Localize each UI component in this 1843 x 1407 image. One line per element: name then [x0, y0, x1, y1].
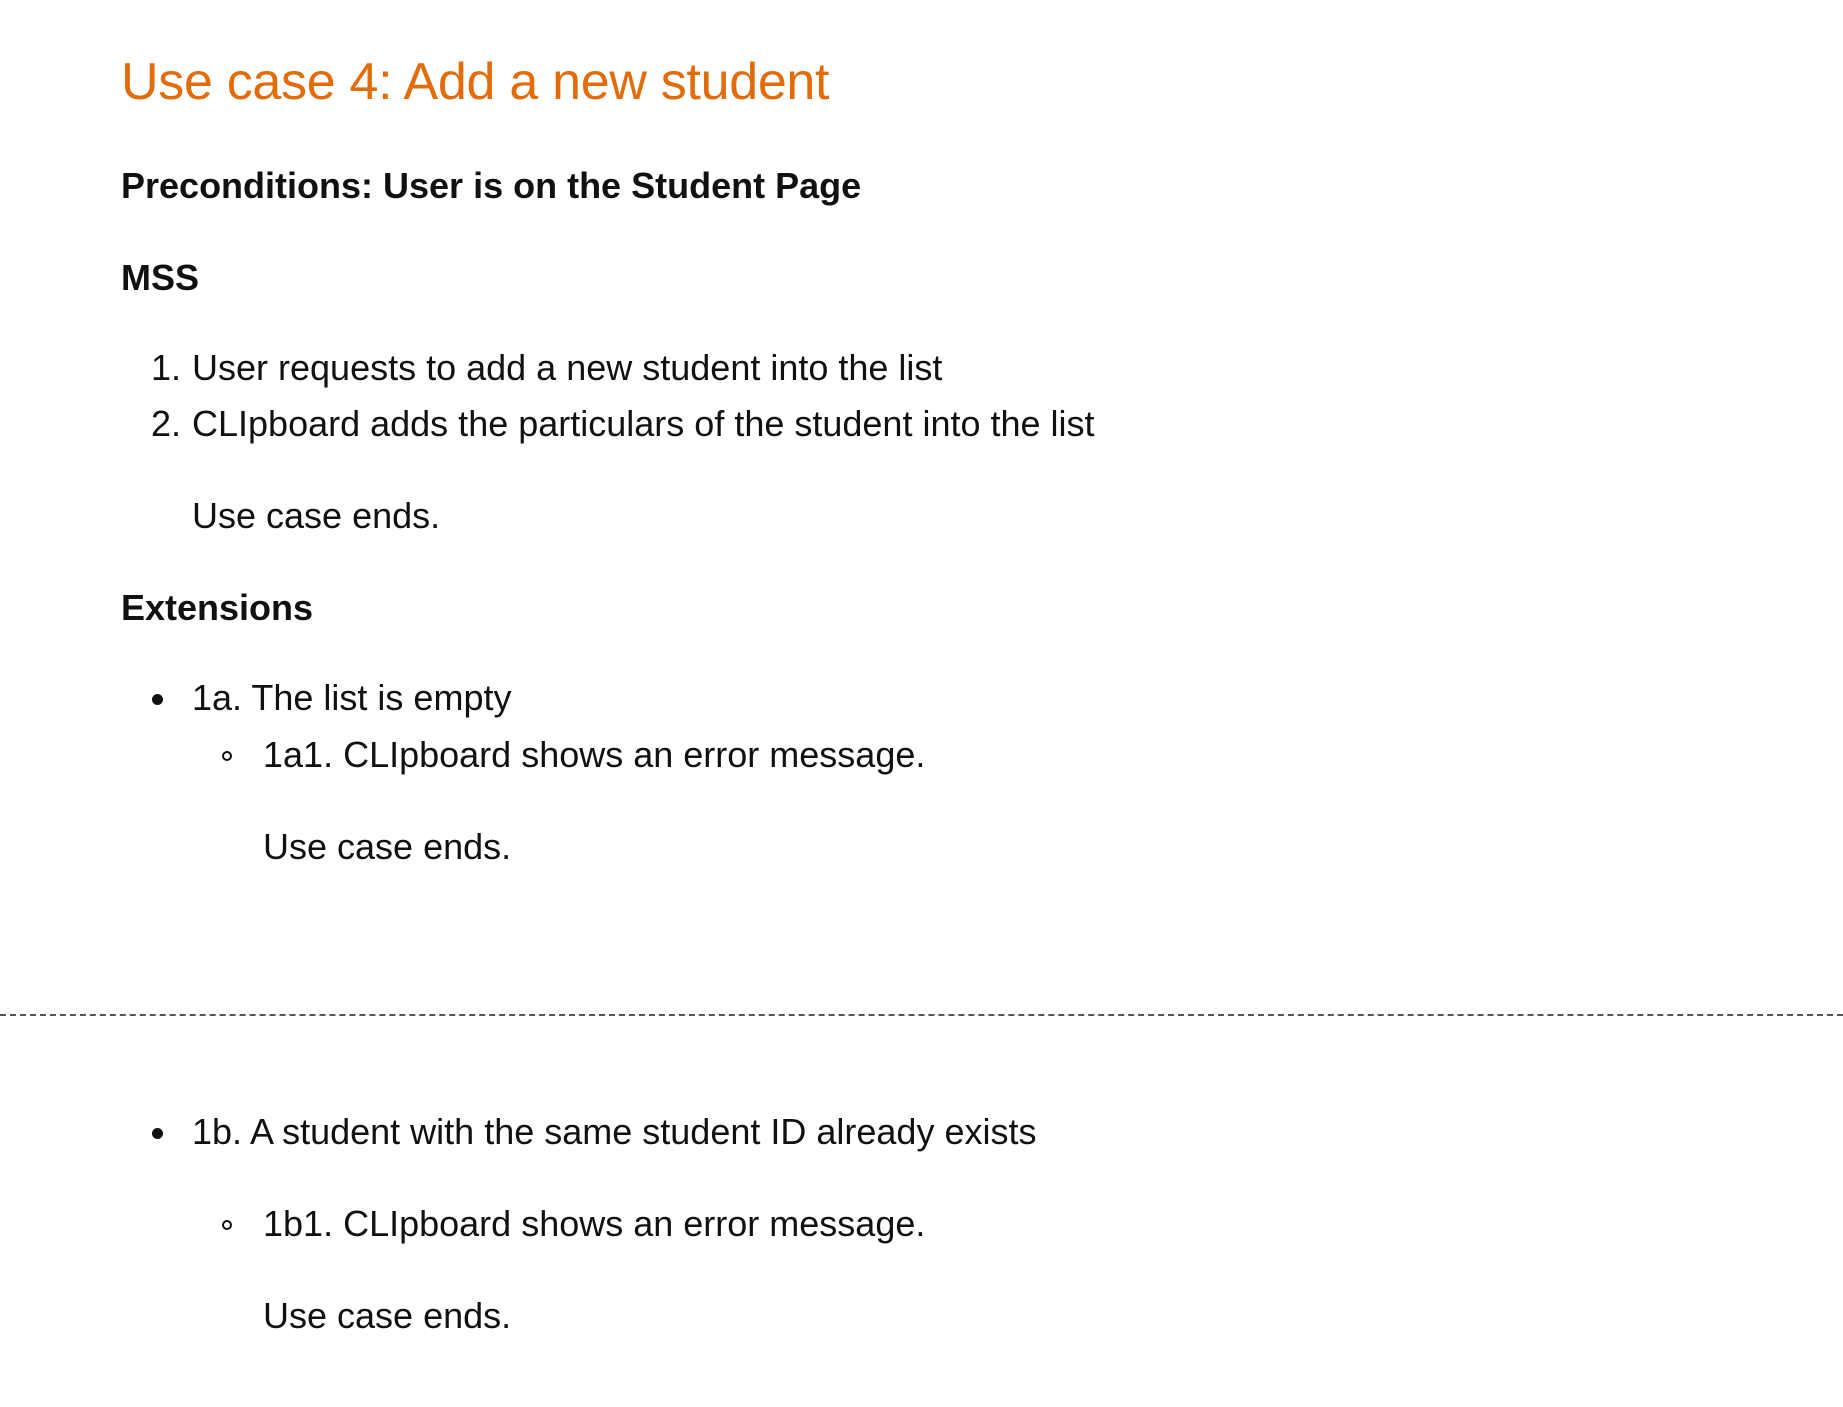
mss-step-number: 1.: [150, 347, 181, 388]
extension-sub-step: 1a1. CLIpboard shows an error message.: [263, 734, 926, 775]
extensions-heading: Extensions: [121, 587, 314, 628]
extension-sub-step: 1b1. CLIpboard shows an error message.: [263, 1203, 926, 1244]
preconditions: Preconditions: User is on the Student Pa…: [121, 165, 862, 206]
bullet-circle-icon: [222, 751, 232, 761]
mss-end-note: Use case ends.: [192, 495, 441, 536]
mss-step-text: User requests to add a new student into …: [192, 347, 943, 388]
extension-text: 1a. The list is empty: [192, 677, 512, 718]
page-break-divider: [0, 1014, 1843, 1016]
page-title: Use case 4: Add a new student: [121, 53, 830, 111]
document-page: Use case 4: Add a new student Preconditi…: [0, 0, 1843, 1407]
bullet-circle-icon: [222, 1220, 232, 1230]
bullet-disc-icon: [152, 694, 163, 705]
extension-text: 1b. A student with the same student ID a…: [192, 1111, 1037, 1152]
mss-heading: MSS: [121, 257, 200, 298]
extension-end-note: Use case ends.: [263, 826, 512, 867]
bullet-disc-icon: [152, 1128, 163, 1139]
extension-end-note: Use case ends.: [263, 1295, 512, 1336]
mss-step-number: 2.: [150, 403, 181, 444]
mss-step-text: CLIpboard adds the particulars of the st…: [192, 403, 1095, 444]
